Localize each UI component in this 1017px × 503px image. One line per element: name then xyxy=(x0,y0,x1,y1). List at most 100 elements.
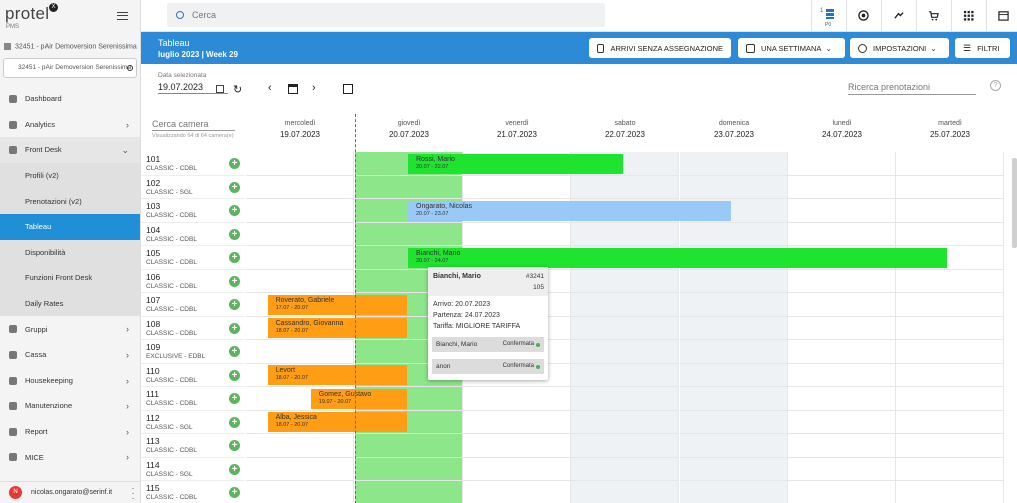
tableau-cell[interactable] xyxy=(463,457,571,481)
cerca-camera-input[interactable]: Cerca camera xyxy=(152,119,235,131)
tableau-cell[interactable] xyxy=(246,340,354,364)
menu-item-manutenzione[interactable]: Manutenzione › xyxy=(0,393,140,419)
booking-bar[interactable]: Rossi, Mario 20.07 - 22.07 xyxy=(408,153,623,174)
global-search-input[interactable]: Cerca xyxy=(167,3,605,27)
impostazioni-button[interactable]: IMPOSTAZIONI ⌄ xyxy=(850,38,949,58)
add-booking-icon[interactable]: + xyxy=(229,393,240,404)
tableau-cell[interactable] xyxy=(788,199,896,223)
booking-bar[interactable]: Ongarato, Nicolas 20.07 - 23.07 xyxy=(408,200,731,221)
menu-item-analytics[interactable]: Analytics › xyxy=(0,112,140,138)
target-button[interactable] xyxy=(846,0,880,32)
menu-item-daily-rates[interactable]: Daily Rates xyxy=(0,290,140,317)
tableau-cell[interactable] xyxy=(788,269,896,293)
tableau-cell[interactable] xyxy=(896,199,1004,223)
tableau-cell[interactable] xyxy=(571,457,679,481)
tableau-cell[interactable] xyxy=(896,222,1004,246)
tableau-cell[interactable] xyxy=(788,410,896,434)
tableau-cell[interactable] xyxy=(571,222,679,246)
tableau-cell[interactable] xyxy=(788,457,896,481)
filtri-button[interactable]: ☰ FILTRI xyxy=(955,38,1010,58)
handshake-button[interactable] xyxy=(881,0,915,32)
tableau-cell[interactable] xyxy=(896,410,1004,434)
tableau-cell[interactable] xyxy=(246,434,354,458)
tableau-cell[interactable] xyxy=(788,152,896,176)
add-booking-icon[interactable]: + xyxy=(229,416,240,428)
menu-item-mice[interactable]: MICE › xyxy=(0,444,140,470)
tableau-cell[interactable] xyxy=(571,316,679,340)
tableau-cell[interactable] xyxy=(788,434,896,458)
date-picker-icon[interactable] xyxy=(216,85,224,93)
tableau-cell[interactable] xyxy=(463,387,571,411)
tableau-cell[interactable] xyxy=(788,481,896,503)
pending-items-button[interactable]: 1 P0 xyxy=(811,0,845,32)
calendar-button[interactable] xyxy=(986,0,1017,32)
menu-item-dashboard[interactable]: Dashboard xyxy=(0,86,140,112)
tableau-cell[interactable] xyxy=(571,340,679,364)
tableau-cell[interactable] xyxy=(246,199,354,223)
add-booking-icon[interactable]: + xyxy=(229,322,240,334)
tableau-cell[interactable] xyxy=(463,175,571,199)
add-booking-icon[interactable]: + xyxy=(229,299,240,310)
user-bar[interactable]: N nicolas.ongarato@serinf.it · · · xyxy=(0,481,140,503)
tableau-cell[interactable] xyxy=(571,410,679,434)
tableau-cell[interactable] xyxy=(571,293,679,317)
tableau-cell[interactable] xyxy=(246,269,354,293)
tableau-cell[interactable] xyxy=(571,481,679,503)
tableau-cell[interactable] xyxy=(571,175,679,199)
add-booking-icon[interactable]: + xyxy=(229,158,240,169)
booking-popup[interactable]: Bianchi, Mario #3241 105 Arrivo: 20.07.2… xyxy=(428,267,548,380)
week-view-select[interactable]: UNA SETTIMANA ⌄ xyxy=(738,38,845,58)
tableau-cell[interactable] xyxy=(788,222,896,246)
menu-item-gruppi[interactable]: Gruppi › xyxy=(0,316,140,342)
tableau-cell[interactable] xyxy=(788,316,896,340)
add-booking-icon[interactable]: + xyxy=(229,181,240,193)
tableau-cell[interactable] xyxy=(246,152,354,176)
tableau-cell[interactable] xyxy=(896,434,1004,458)
prev-arrow-icon[interactable]: ‹ xyxy=(268,82,272,94)
tableau-cell[interactable] xyxy=(896,481,1004,503)
calendar-today-icon[interactable] xyxy=(288,84,298,94)
tableau-cell[interactable] xyxy=(680,410,788,434)
tableau-cell[interactable] xyxy=(246,457,354,481)
hamburger-menu-icon[interactable] xyxy=(117,12,128,20)
tableau-cell[interactable] xyxy=(680,387,788,411)
tableau-cell[interactable] xyxy=(571,434,679,458)
tableau-cell[interactable] xyxy=(896,316,1004,340)
menu-item-prenotazioni-v2-[interactable]: Prenotazioni (v2) xyxy=(0,188,140,214)
tableau-cell[interactable] xyxy=(680,293,788,317)
booking-bar[interactable]: Gomez, Gustavo 19.07 - 20.07 xyxy=(310,388,407,409)
add-booking-icon[interactable]: + xyxy=(229,440,240,451)
next-arrow-icon[interactable]: › xyxy=(312,82,316,94)
tableau-cell[interactable] xyxy=(571,269,679,293)
vertical-scrollbar[interactable] xyxy=(1012,158,1017,248)
tableau-cell[interactable] xyxy=(246,246,354,270)
tableau-cell[interactable] xyxy=(463,222,571,246)
booking-bar[interactable]: Cassandro, Giovanna 18.07 - 20.07 xyxy=(267,318,407,338)
app-logo[interactable]: protel xyxy=(5,4,49,24)
tableau-cell[interactable] xyxy=(896,269,1004,293)
tableau-cell[interactable] xyxy=(571,363,679,387)
popup-guest-row[interactable]: anon Confermata xyxy=(432,359,544,374)
more-vertical-icon[interactable]: · · · xyxy=(131,484,135,503)
tableau-cell[interactable] xyxy=(680,175,788,199)
tableau-cell[interactable] xyxy=(680,152,788,176)
add-booking-icon[interactable]: + xyxy=(229,205,240,216)
arrivi-senza-assegnazione-button[interactable]: ARRIVI SENZA ASSEGNAZIONE xyxy=(589,38,731,58)
add-booking-icon[interactable]: + xyxy=(229,369,240,381)
tableau-cell[interactable] xyxy=(680,363,788,387)
tableau-cell[interactable] xyxy=(788,387,896,411)
tableau-cell[interactable] xyxy=(355,481,463,503)
tableau-cell[interactable] xyxy=(355,222,463,246)
menu-item-report[interactable]: Report › xyxy=(0,419,140,445)
popup-guest-row[interactable]: Bianchi, Mario Confermata xyxy=(432,337,544,352)
menu-item-cassa[interactable]: Cassa › xyxy=(0,342,140,368)
tableau-cell[interactable] xyxy=(571,387,679,411)
tableau-cell[interactable] xyxy=(355,434,463,458)
cart-button[interactable] xyxy=(916,0,950,32)
add-booking-icon[interactable]: + xyxy=(229,487,240,498)
tableau-cell[interactable] xyxy=(463,481,571,503)
add-booking-icon[interactable]: + xyxy=(229,228,240,240)
menu-item-funzioni-front-desk[interactable]: Funzioni Front Desk xyxy=(0,265,140,291)
tableau-cell[interactable] xyxy=(896,457,1004,481)
add-booking-icon[interactable]: + xyxy=(229,346,240,357)
